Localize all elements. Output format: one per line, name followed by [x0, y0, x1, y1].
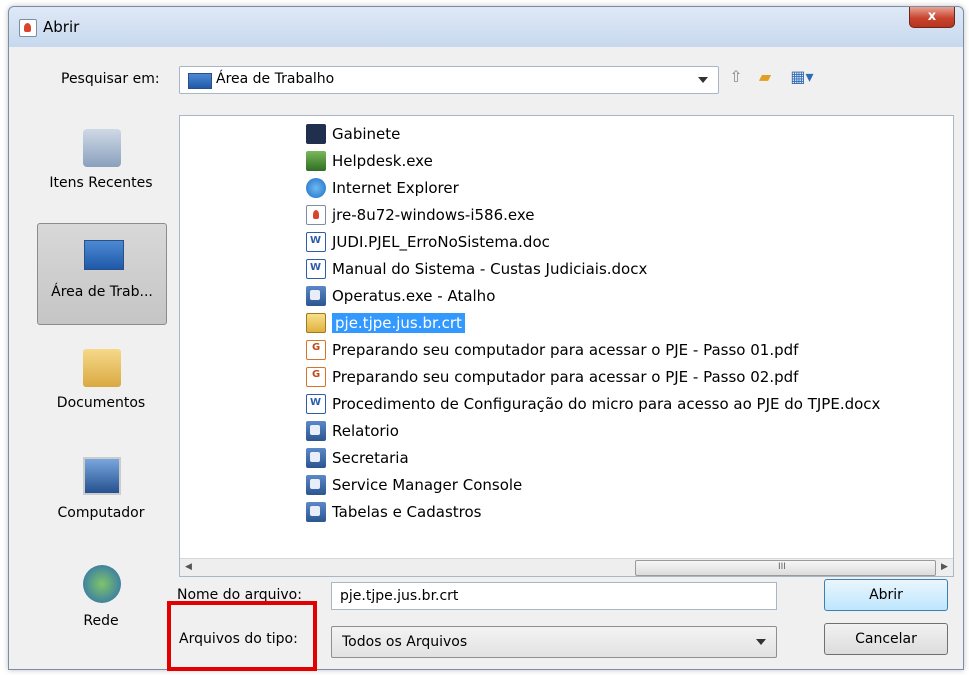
recent-items-icon: [83, 129, 121, 167]
java-icon: [19, 19, 37, 37]
java-icon: [306, 204, 326, 225]
look-in-label: Pesquisar em:: [61, 71, 160, 87]
chevron-down-icon: [698, 77, 708, 83]
list-item[interactable]: Manual do Sistema - Custas Judiciais.doc…: [306, 256, 647, 282]
list-item[interactable]: Secretaria: [306, 445, 409, 471]
word-doc-icon: [306, 258, 326, 279]
place-recent-items[interactable]: Itens Recentes: [37, 115, 165, 215]
computer-icon: [83, 457, 121, 495]
place-label: Área de Trab...: [51, 284, 153, 300]
pdf-icon: [306, 366, 326, 387]
place-network[interactable]: Rede: [37, 555, 165, 655]
list-item[interactable]: JUDI.PJEL_ErroNoSistema.doc: [306, 229, 550, 255]
list-item[interactable]: Procedimento de Configuração do micro pa…: [306, 391, 880, 417]
list-item[interactable]: Relatorio: [306, 418, 399, 444]
new-folder-icon[interactable]: ▰: [755, 67, 775, 87]
file-list[interactable]: Gabinete Helpdesk.exe Internet Explorer …: [179, 115, 954, 577]
word-doc-icon: [306, 231, 326, 252]
scroll-thumb[interactable]: III: [635, 560, 936, 576]
cancel-button[interactable]: Cancelar: [824, 623, 948, 655]
list-item[interactable]: Tabelas e Cadastros: [306, 499, 481, 525]
place-label: Itens Recentes: [49, 175, 153, 191]
up-folder-icon[interactable]: ⇧: [726, 67, 746, 87]
scroll-right-icon[interactable]: ▶: [936, 559, 953, 576]
list-item-selected[interactable]: pje.tjpe.jus.br.crt: [306, 310, 465, 336]
exe-icon: [306, 150, 326, 171]
list-item[interactable]: Preparando seu computador para acessar o…: [306, 364, 798, 390]
network-icon: [83, 565, 121, 603]
scroll-grip: III: [778, 562, 786, 572]
desktop-icon: [188, 73, 212, 89]
list-item[interactable]: Service Manager Console: [306, 472, 522, 498]
list-item[interactable]: jre-8u72-windows-i586.exe: [306, 202, 535, 228]
places-bar: Itens Recentes Área de Trab... Documento…: [27, 115, 167, 675]
place-computer[interactable]: Computador: [37, 445, 165, 545]
list-item[interactable]: Gabinete: [306, 121, 400, 147]
open-dialog: Abrir x Pesquisar em: Área de Trabalho ⇧…: [8, 6, 964, 671]
list-item[interactable]: Operatus.exe - Atalho: [306, 283, 495, 309]
close-button[interactable]: x: [909, 7, 955, 28]
filetype-dropdown[interactable]: Todos os Arquivos: [331, 626, 777, 658]
desktop-icon: [84, 240, 124, 270]
word-doc-icon: [306, 393, 326, 414]
place-label: Documentos: [56, 395, 146, 411]
chevron-down-icon: [756, 639, 766, 645]
horizontal-scrollbar[interactable]: ◀ III ▶: [180, 558, 953, 576]
scroll-left-icon[interactable]: ◀: [180, 559, 197, 576]
pdf-icon: [306, 339, 326, 360]
shortcut-icon: [306, 474, 326, 495]
list-item[interactable]: Preparando seu computador para acessar o…: [306, 337, 798, 363]
look-in-dropdown[interactable]: Área de Trabalho: [179, 66, 719, 94]
open-button[interactable]: Abrir: [824, 579, 948, 611]
shortcut-icon: [306, 123, 326, 144]
certificate-icon: [306, 312, 326, 333]
shortcut-icon: [306, 285, 326, 306]
list-item[interactable]: Internet Explorer: [306, 175, 459, 201]
place-label: Rede: [83, 613, 119, 629]
dialog-body: Pesquisar em: Área de Trabalho ⇧ ▰ ▦▾ It…: [9, 47, 963, 671]
look-in-value: Área de Trabalho: [216, 71, 335, 87]
documents-icon: [83, 349, 121, 387]
shortcut-icon: [306, 447, 326, 468]
view-menu-icon[interactable]: ▦▾: [787, 67, 817, 87]
filename-input[interactable]: [338, 587, 772, 605]
shortcut-icon: [306, 501, 326, 522]
place-label: Computador: [57, 505, 145, 521]
internet-explorer-icon: [306, 177, 326, 198]
filetype-value: Todos os Arquivos: [342, 634, 468, 650]
place-documents[interactable]: Documentos: [37, 335, 165, 435]
filename-field[interactable]: [331, 582, 777, 610]
title-bar[interactable]: Abrir x: [9, 7, 963, 47]
shortcut-icon: [306, 420, 326, 441]
window-title: Abrir: [43, 18, 80, 36]
place-desktop[interactable]: Área de Trab...: [37, 223, 167, 325]
annotation-highlight-box: [167, 601, 317, 671]
list-item[interactable]: Helpdesk.exe: [306, 148, 433, 174]
